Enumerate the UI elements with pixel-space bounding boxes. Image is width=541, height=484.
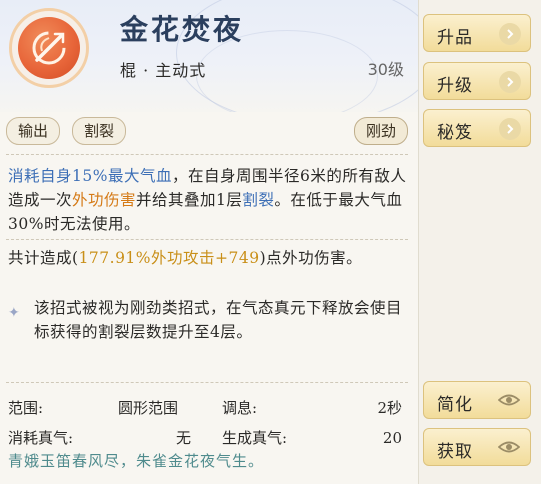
obtain-button[interactable]: 获取 xyxy=(423,428,531,466)
cooldown-label: 调息: xyxy=(222,399,258,417)
cooldown-value: 2秒 xyxy=(377,399,402,417)
damage-line: 共计造成(177.91%外功攻击+749)点外功伤害。 xyxy=(8,246,408,270)
button-label: 升品 xyxy=(437,28,473,48)
divider xyxy=(6,382,408,383)
damage-prefix: 共计造成( xyxy=(8,249,79,267)
skill-stats: 范围: 圆形范围 调息: 2秒 消耗真气: 无 生成真气: 20 xyxy=(8,396,408,450)
tag-output: 输出 xyxy=(6,117,61,145)
cost-value: 无 xyxy=(176,429,192,447)
stats-row: 消耗真气: 无 生成真气: 20 xyxy=(8,426,408,450)
stats-row: 范围: 圆形范围 调息: 2秒 xyxy=(8,396,408,420)
skill-header: 金花焚夜 棍 · 主动式 30级 xyxy=(0,0,418,112)
diamond-bullet-icon: ✦ xyxy=(8,305,21,321)
skill-description: 消耗自身15%最大气血，在自身周围半径6米的所有敌人造成一次外功伤害并给其叠加1… xyxy=(8,164,408,236)
divider xyxy=(6,239,408,240)
range-value: 圆形范围 xyxy=(118,399,179,417)
desc-cost: 消耗自身15%最大气血 xyxy=(8,167,172,185)
upgrade-grade-button[interactable]: 升品 xyxy=(423,14,531,52)
simplify-button[interactable]: 简化 xyxy=(423,381,531,419)
desc-bleed: 割裂 xyxy=(242,191,275,209)
chevron-right-icon xyxy=(499,71,521,93)
upgrade-level-button[interactable]: 升级 xyxy=(423,62,531,100)
skill-note: ✦ 该招式被视为刚劲类招式，在气态真元下释放会使目标获得的割裂层数提升至4层。 xyxy=(8,296,408,344)
tag-vigor: 刚劲 xyxy=(353,117,408,145)
chevron-right-icon xyxy=(499,23,521,45)
skill-level: 30级 xyxy=(367,60,404,79)
damage-formula: 177.91%外功攻击+749 xyxy=(78,249,260,267)
staff-emblem-icon xyxy=(9,8,89,88)
desc-damage-type: 外功伤害 xyxy=(72,191,137,209)
skill-subtitle: 棍 · 主动式 xyxy=(120,61,207,80)
cost-label: 消耗真气: xyxy=(8,429,74,447)
chevron-right-icon xyxy=(499,118,521,140)
tag-bleed: 割裂 xyxy=(72,117,127,145)
secret-manual-button[interactable]: 秘笈 xyxy=(423,109,531,147)
button-label: 秘笈 xyxy=(437,123,473,143)
button-label: 升级 xyxy=(437,76,473,96)
button-label: 获取 xyxy=(437,442,473,462)
generate-value: 20 xyxy=(382,429,402,447)
eye-icon xyxy=(497,391,521,414)
generate-label: 生成真气: xyxy=(222,429,288,447)
desc-text: 并给其叠加1层 xyxy=(136,191,243,209)
tag-row: 输出 割裂 刚劲 xyxy=(6,117,408,145)
eye-icon xyxy=(497,438,521,461)
range-label: 范围: xyxy=(8,399,44,417)
skill-title: 金花焚夜 xyxy=(120,13,245,46)
skill-detail-card: 金花焚夜 棍 · 主动式 30级 输出 割裂 刚劲 消耗自身15%最大气血，在自… xyxy=(0,0,419,484)
skill-poem: 青娥玉笛春风尽，朱雀金花夜气生。 xyxy=(8,452,265,470)
button-label: 简化 xyxy=(437,395,473,415)
divider xyxy=(6,154,408,155)
note-text: 该招式被视为刚劲类招式，在气态真元下释放会使目标获得的割裂层数提升至4层。 xyxy=(34,299,403,341)
damage-suffix: )点外功伤害。 xyxy=(259,249,363,267)
